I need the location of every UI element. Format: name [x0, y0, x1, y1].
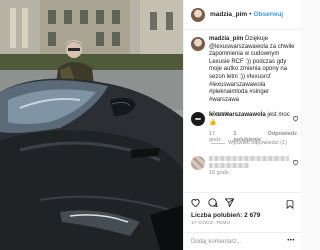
caption-body: madzia_pim Dziękuje @lexuswarszawawola z… [209, 36, 299, 117]
heart-icon[interactable] [292, 115, 299, 124]
replies-divider [211, 142, 225, 144]
post-date: 17 GODZ. TEMU [191, 221, 231, 226]
post-photo-scene [0, 0, 183, 250]
comment-icon[interactable] [207, 197, 218, 208]
view-replies-label: Wyświetl odpowiedzi (1) [228, 140, 287, 146]
comment-text: jest moc [267, 112, 290, 118]
more-options-icon[interactable]: ••• [287, 238, 295, 244]
follow-button[interactable]: Obserwuj [254, 11, 284, 18]
add-comment-input[interactable]: Dodaj komentarz... [191, 239, 241, 245]
post-header: madzia_pim • Obserwuj [184, 0, 301, 30]
caption-text-block: madzia_pim Dziękuje @lexuswarszawawola z… [209, 36, 299, 104]
action-icons [190, 197, 235, 208]
bookmark-icon[interactable] [285, 197, 295, 215]
comment-text-block: lexuswarszawawola jest moc 👍 [209, 112, 297, 127]
header-separator: • [249, 11, 252, 18]
comment-username[interactable]: lexuswarszawawola [209, 112, 266, 118]
instagram-post: madzia_pim • Obserwuj madzia_pim Dziękuj… [0, 0, 301, 250]
comment-body: lexuswarszawawola jest moc 👍 17 godz. 1 … [209, 112, 297, 143]
likes-count[interactable]: Liczba polubień: 2 679 [191, 212, 260, 219]
comment-body: 16 godz. [209, 156, 297, 176]
caption-avatar[interactable] [191, 37, 205, 51]
thumbs-up-icon: 👍 [209, 119, 217, 126]
comment: lexuswarszawawola jest moc 👍 17 godz. 1 … [191, 112, 299, 143]
post-actions: Liczba polubień: 2 679 17 GODZ. TEMU [184, 192, 301, 232]
avatar[interactable] [191, 7, 205, 22]
post-caption: madzia_pim Dziękuje @lexuswarszawawola z… [191, 36, 299, 117]
blurred-text [209, 156, 289, 161]
add-comment-bar: Dodaj komentarz... ••• [184, 232, 301, 250]
post-side-panel: madzia_pim • Obserwuj madzia_pim Dziękuj… [183, 0, 301, 250]
post-photo[interactable] [0, 0, 183, 250]
blurred-text [209, 163, 249, 168]
caption-username[interactable]: madzia_pim [209, 36, 243, 42]
header-username[interactable]: madzia_pim [210, 11, 247, 18]
heart-icon[interactable] [292, 159, 299, 168]
comment-time[interactable]: 16 godz. [209, 170, 297, 176]
like-heart-icon[interactable] [190, 197, 201, 208]
comment: 16 godz. [191, 156, 299, 176]
comment-avatar[interactable] [191, 112, 205, 126]
view-replies-button[interactable]: Wyświetl odpowiedzi (1) [211, 140, 287, 146]
avatar[interactable] [191, 156, 205, 170]
share-icon[interactable] [224, 197, 235, 208]
caption-text: Dziękuje @lexuswarszawawola za chwile za… [209, 36, 295, 103]
